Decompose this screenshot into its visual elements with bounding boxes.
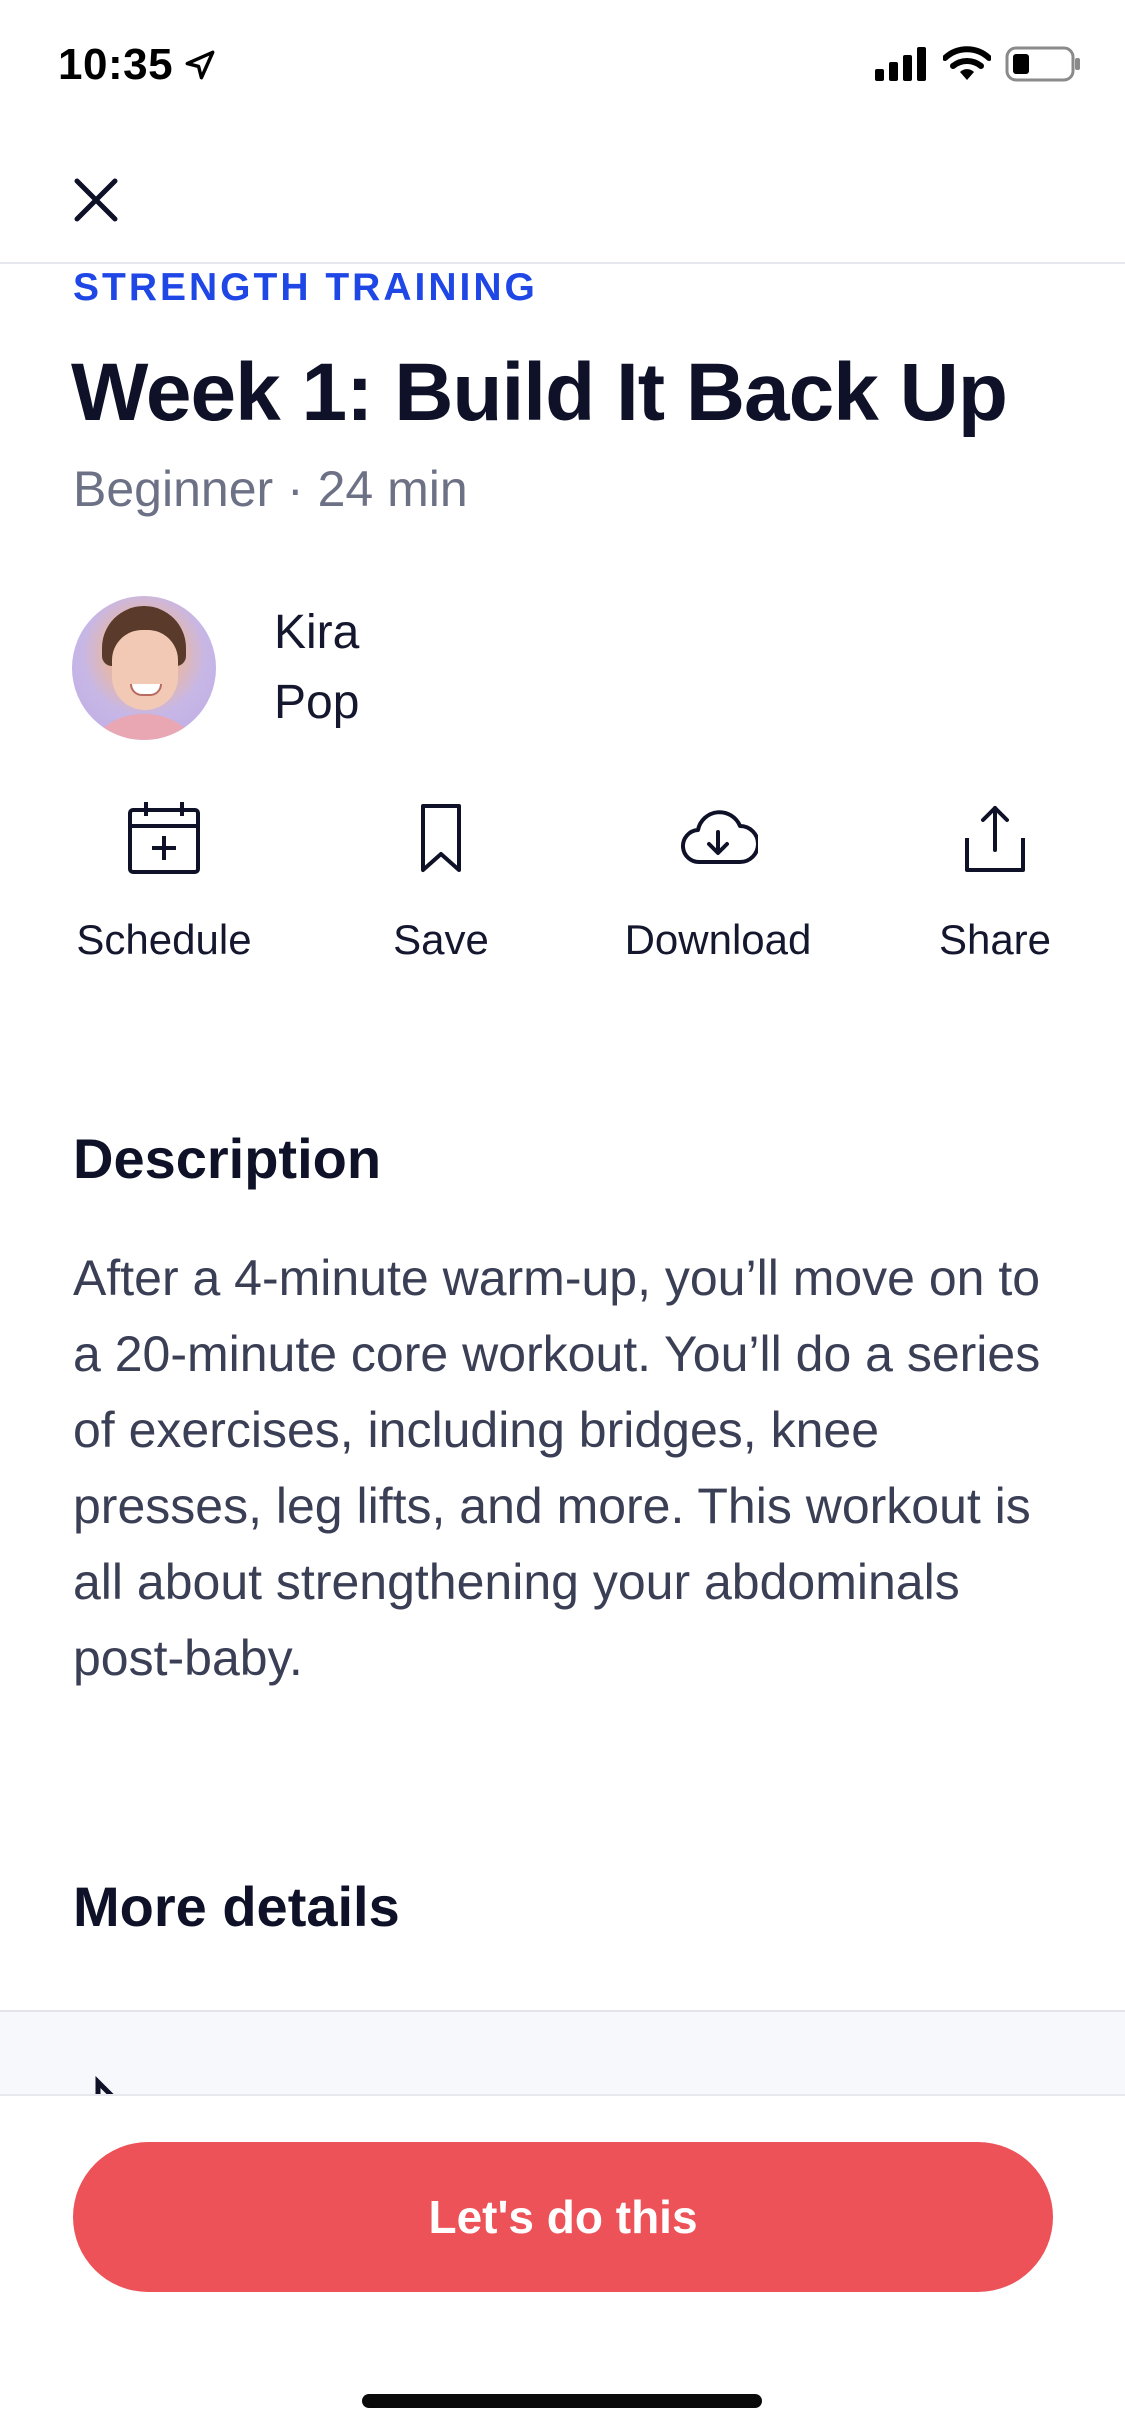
instructor-genre: Pop (274, 676, 360, 729)
more-details-list[interactable] (0, 2010, 1125, 2096)
workout-meta: Beginner · 24 min (73, 461, 468, 517)
save-label: Save (393, 916, 489, 963)
wifi-icon (943, 46, 991, 80)
status-time: 10:35 (58, 40, 217, 90)
start-workout-button[interactable]: Let's do this (73, 2142, 1053, 2292)
description-heading: Description (73, 1127, 382, 1190)
share-icon (965, 806, 1025, 872)
close-button[interactable] (66, 170, 126, 230)
schedule-label: Schedule (76, 916, 252, 963)
top-navigation-bar (0, 132, 1125, 264)
share-button[interactable]: Share (865, 800, 1125, 964)
download-label: Download (624, 916, 812, 963)
cellular-signal-icon (875, 47, 926, 81)
workout-title: Week 1: Build It Back Up (71, 347, 1008, 438)
home-indicator[interactable] (362, 2394, 762, 2408)
cloud-download-icon (681, 810, 758, 865)
workout-category: STRENGTH TRAINING (73, 266, 538, 309)
share-label: Share (938, 916, 1052, 963)
calendar-add-icon (128, 802, 200, 874)
status-bar: 10:35 (0, 0, 1125, 132)
close-icon (74, 178, 118, 222)
instructor-info: Kira Pop (274, 598, 359, 738)
music-note-icon (95, 2075, 116, 2096)
instructor-row[interactable]: Kira Pop (72, 596, 359, 740)
more-details-heading: More details (73, 1875, 400, 1938)
save-button[interactable]: Save (311, 800, 571, 964)
action-row: Schedule Save Download Share (0, 800, 1125, 980)
location-arrow-icon (185, 50, 215, 80)
status-indicators (875, 46, 1081, 82)
battery-icon (1005, 46, 1080, 82)
bookmark-icon (421, 804, 461, 872)
schedule-button[interactable]: Schedule (34, 800, 294, 964)
description-text: After a 4-minute warm-up, you’ll move on… (73, 1250, 1041, 1686)
download-button[interactable]: Download (588, 800, 848, 964)
status-time-text: 10:35 (58, 40, 174, 89)
workout-detail-screen: 10:35 STRENGTH TRAINING Week 1: Build It… (0, 0, 1125, 2436)
avatar[interactable] (72, 596, 216, 740)
instructor-name: Kira (274, 606, 360, 659)
bottom-cta-panel: Let's do this (0, 2094, 1125, 2436)
